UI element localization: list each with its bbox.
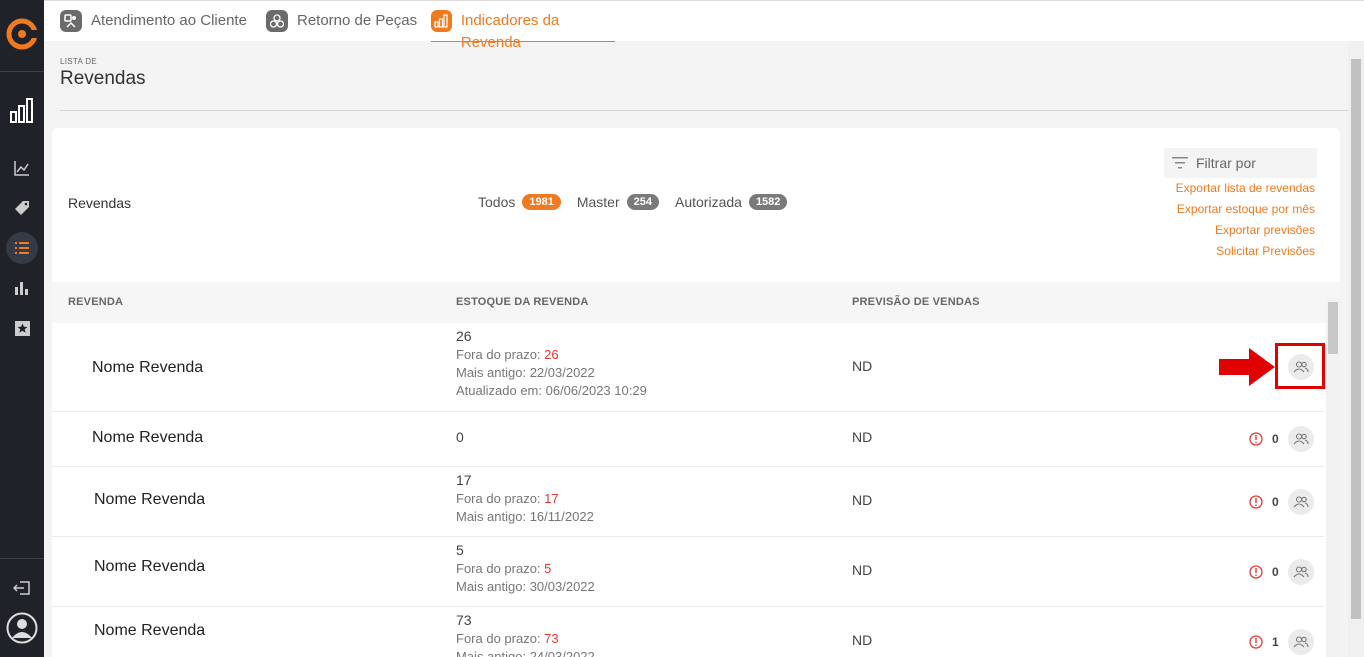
alert-count: 1 bbox=[1249, 635, 1279, 649]
forecast-value: ND bbox=[852, 429, 873, 445]
scrollbar-thumb[interactable] bbox=[1328, 302, 1338, 354]
page-eyebrow: LISTA DE bbox=[60, 57, 97, 66]
forecast-value: ND bbox=[852, 358, 873, 374]
top-tab-bar: Atendimento ao Cliente Retorno de Peças … bbox=[44, 0, 1364, 51]
forecast-value: ND bbox=[852, 632, 873, 648]
user-avatar-icon[interactable] bbox=[0, 612, 44, 644]
table-row: Nome Revenda 0 ND 0 bbox=[52, 412, 1324, 467]
people-icon[interactable] bbox=[1288, 559, 1314, 585]
bar-chart-icon bbox=[431, 10, 452, 32]
filter-by-button[interactable]: Filtrar por bbox=[1164, 148, 1317, 178]
logout-icon[interactable] bbox=[0, 572, 44, 604]
table-header: REVENDA ESTOQUE DA REVENDA PREVISÃO DE V… bbox=[52, 282, 1340, 323]
alert-count: 0 bbox=[1249, 565, 1279, 579]
export-links: Exportar lista de revendas Exportar esto… bbox=[1176, 181, 1315, 265]
forecast-value: ND bbox=[852, 562, 873, 578]
revenda-name: Nome Revenda bbox=[92, 359, 204, 376]
page-header: LISTA DE Revendas bbox=[60, 57, 146, 90]
parts-icon bbox=[266, 10, 288, 32]
filter-icon bbox=[1172, 157, 1188, 169]
stock-total: 17 bbox=[456, 472, 472, 488]
annotation-highlight-box bbox=[1275, 343, 1325, 389]
filter-master[interactable]: Master 254 bbox=[577, 194, 659, 210]
request-previsoes-link[interactable]: Solicitar Previsões bbox=[1176, 244, 1315, 265]
late-stock: Fora do prazo: 73 bbox=[456, 631, 559, 646]
table-row: Nome Revenda 26 Fora do prazo: 26 Mais a… bbox=[52, 323, 1324, 412]
alert-count: 0 bbox=[1249, 495, 1279, 509]
sidebar-tag-icon[interactable] bbox=[0, 192, 44, 224]
column-header-estoque: ESTOQUE DA REVENDA bbox=[456, 296, 589, 308]
alert-icon bbox=[1249, 565, 1263, 579]
table-row: Nome Revenda 17 Fora do prazo: 17 Mais a… bbox=[52, 467, 1324, 537]
count-badge: 254 bbox=[626, 194, 659, 210]
export-revendas-link[interactable]: Exportar lista de revendas bbox=[1176, 181, 1315, 202]
oldest-date: Mais antigo: 24/03/2022 bbox=[456, 649, 595, 657]
people-icon[interactable] bbox=[1288, 629, 1314, 655]
sidebar-list-icon[interactable] bbox=[0, 232, 44, 264]
late-stock: Fora do prazo: 5 bbox=[456, 561, 552, 576]
stock-cell: 26 Fora do prazo: 26 Mais antigo: 22/03/… bbox=[456, 328, 647, 398]
count-badge: 1582 bbox=[748, 194, 788, 210]
stock-cell: 17 Fora do prazo: 17 Mais antigo: 16/11/… bbox=[456, 472, 594, 524]
late-stock: Fora do prazo: 26 bbox=[456, 347, 559, 362]
stock-total: 0 bbox=[456, 429, 464, 445]
support-icon bbox=[60, 10, 82, 32]
indicators-app-icon[interactable] bbox=[0, 94, 44, 126]
tab-atendimento[interactable]: Atendimento ao Cliente bbox=[60, 10, 247, 42]
people-icon[interactable] bbox=[1288, 489, 1314, 515]
sidebar-divider bbox=[0, 71, 44, 72]
sidebar-divider bbox=[0, 558, 44, 559]
sidebar-line-chart-icon[interactable] bbox=[0, 152, 44, 184]
header-divider bbox=[60, 110, 1348, 111]
table-row: Nome Revenda 5 Fora do prazo: 5 Mais ant… bbox=[52, 537, 1324, 607]
sidebar-bar-chart-icon[interactable] bbox=[0, 272, 44, 304]
stock-total: 5 bbox=[456, 542, 464, 558]
stock-cell: 0 bbox=[456, 429, 464, 445]
updated-at: Atualizado em: 06/06/2023 10:29 bbox=[456, 383, 647, 398]
sidebar-star-icon[interactable] bbox=[0, 312, 44, 344]
alert-count: 0 bbox=[1249, 432, 1279, 446]
export-estoque-link[interactable]: Exportar estoque por mês bbox=[1176, 202, 1315, 223]
export-previsoes-link[interactable]: Exportar previsões bbox=[1176, 223, 1315, 244]
card-title: Revendas bbox=[68, 195, 132, 211]
stock-total: 73 bbox=[456, 612, 472, 628]
revenda-name: Nome Revenda bbox=[92, 429, 204, 446]
page-scrollbar[interactable] bbox=[1348, 41, 1364, 657]
alert-icon bbox=[1249, 635, 1263, 649]
table-scrollbar[interactable] bbox=[1326, 298, 1340, 657]
count-badge: 1981 bbox=[522, 194, 561, 210]
revendas-card: Revendas Todos 1981 Master 254 Autorizad… bbox=[52, 128, 1340, 657]
revenda-name: Nome Revenda bbox=[94, 558, 206, 575]
oldest-date: Mais antigo: 30/03/2022 bbox=[456, 579, 595, 594]
tab-indicadores-revenda[interactable]: Indicadores da Revenda bbox=[431, 10, 615, 51]
column-header-revenda: REVENDA bbox=[68, 296, 124, 308]
alert-icon bbox=[1249, 495, 1263, 509]
oldest-date: Mais antigo: 22/03/2022 bbox=[456, 365, 595, 380]
column-header-previsao: PREVISÃO DE VENDAS bbox=[852, 296, 980, 308]
tab-retorno-pecas[interactable]: Retorno de Peças bbox=[266, 10, 417, 42]
table-row: Nome Revenda 73 Fora do prazo: 73 Mais a… bbox=[52, 607, 1324, 657]
page-title: Revendas bbox=[60, 68, 146, 89]
filter-todos[interactable]: Todos 1981 bbox=[478, 194, 561, 210]
revenda-name: Nome Revenda bbox=[94, 622, 206, 639]
scrollbar-thumb[interactable] bbox=[1351, 59, 1361, 619]
stock-cell: 73 Fora do prazo: 73 Mais antigo: 24/03/… bbox=[456, 612, 595, 657]
type-filters: Todos 1981 Master 254 Autorizada 1582 bbox=[478, 194, 803, 210]
brand-logo-icon[interactable] bbox=[6, 18, 38, 50]
annotation-arrow-icon bbox=[1219, 348, 1275, 386]
stock-cell: 5 Fora do prazo: 5 Mais antigo: 30/03/20… bbox=[456, 542, 595, 594]
alert-icon bbox=[1249, 432, 1263, 446]
stock-total: 26 bbox=[456, 328, 472, 344]
filter-autorizada[interactable]: Autorizada 1582 bbox=[675, 194, 788, 210]
revenda-name: Nome Revenda bbox=[94, 491, 206, 508]
oldest-date: Mais antigo: 16/11/2022 bbox=[456, 509, 594, 524]
sidebar bbox=[0, 0, 44, 657]
late-stock: Fora do prazo: 17 bbox=[456, 491, 559, 506]
people-icon[interactable] bbox=[1288, 426, 1314, 452]
forecast-value: ND bbox=[852, 492, 873, 508]
